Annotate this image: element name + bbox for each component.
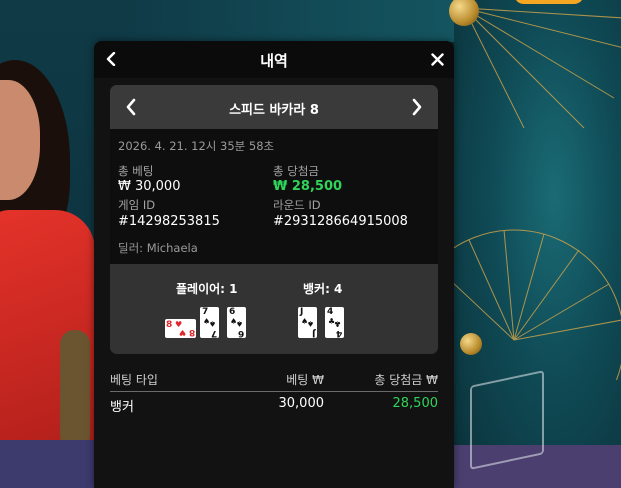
studio-background-top [120,0,454,42]
bet-row-win: 28,500 [392,396,439,411]
card-rank: 8 [166,320,173,330]
card-rank: 6 [237,328,244,338]
card-rank: J [300,307,304,317]
gold-orb-bottom [460,333,482,355]
total-win-value: ₩ 28,500 [273,179,343,194]
card-rank: 8 [188,327,195,337]
history-modal: 내역 스피드 바카라 8 2026. 4. 21. 12시 35분 58초 총 … [94,41,454,488]
card-rank: 7 [202,307,209,317]
card-rank: 6 [229,307,236,317]
game-id-label: 게임 ID [118,198,156,212]
total-bet-label: 총 베팅 [118,164,154,178]
close-button[interactable] [426,48,448,70]
col-header-bet-type: 베팅 타입 [110,373,158,387]
round-details-card: 스피드 바카라 8 2026. 4. 21. 12시 35분 58초 총 베팅 … [110,85,438,354]
round-id-label: 라운드 ID [273,198,321,212]
hands-area: 플레이어: 1 뱅커: 4 8 ♥ 8 ♥ 7 ♠ 7 ♠ 6 ♠ 6 ♠ J … [110,264,438,354]
game-name: 스피드 바카라 8 [229,103,319,118]
round-id-value: #293128664915008 [273,214,408,229]
banker-hand-label: 뱅커: 4 [303,282,343,296]
modal-title: 내역 [260,52,288,70]
round-details: 2026. 4. 21. 12시 35분 58초 총 베팅 ₩ 30,000 총… [110,129,438,264]
acrylic-card-shoe [470,370,544,470]
spade-suit-icon: ♠ [306,319,314,328]
round-navigator: 스피드 바카라 8 [110,85,438,129]
card-rank: 7 [210,328,217,338]
player-card-3: 6 ♠ 6 ♠ [227,307,246,338]
card-rank: 4 [335,328,342,338]
gold-decoration-top [463,7,621,129]
spade-suit-icon: ♠ [235,319,243,328]
card-rank: J [311,328,315,338]
player-card-1: 8 ♥ 8 ♥ [165,319,196,338]
player-hand-label: 플레이어: 1 [176,282,238,296]
heart-suit-icon: ♥ [178,328,186,337]
player-card-2: 7 ♠ 7 ♠ [200,307,219,338]
dealer-name: 딜러: Michaela [118,241,198,255]
card-rank: 4 [327,307,334,317]
total-win-label: 총 당첨금 [273,164,319,178]
round-timestamp: 2026. 4. 21. 12시 35분 58초 [118,139,275,153]
table-header-divider [110,391,438,392]
banker-card-1: J ♠ J ♠ [298,307,317,338]
chevron-right-icon [412,98,422,116]
close-icon [430,52,444,66]
game-id-value: #14298253815 [118,214,220,229]
total-bet-value: ₩ 30,000 [118,179,181,194]
bet-row-type: 뱅커 [110,400,134,415]
col-header-total-win: 총 당첨금 ₩ [374,373,438,387]
modal-header: 내역 [94,41,454,78]
bet-row-amount: 30,000 [278,396,325,411]
spade-suit-icon: ♠ [208,319,216,328]
club-suit-icon: ♣ [333,319,341,328]
banker-card-2: 4 ♣ 4 ♣ [325,307,344,338]
dealer-chair [60,330,90,450]
col-header-bet-amount: 베팅 ₩ [286,373,324,387]
next-round-button[interactable] [406,96,428,118]
